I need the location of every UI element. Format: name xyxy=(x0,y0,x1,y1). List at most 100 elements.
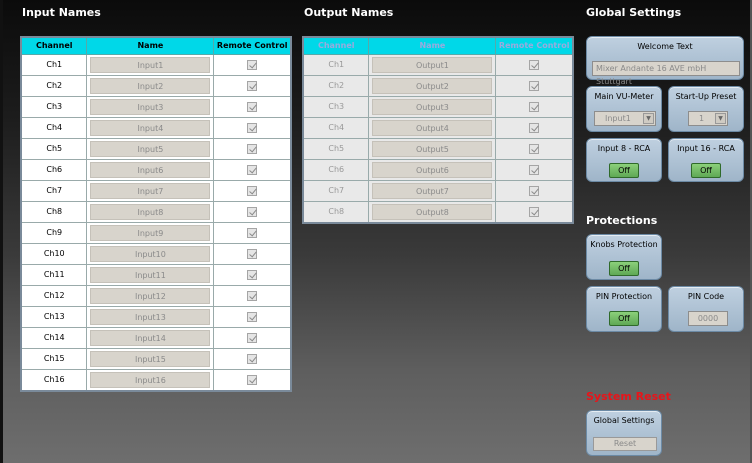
remote-control-cell xyxy=(213,116,292,139)
channel-cell: Ch7 xyxy=(302,179,370,202)
name-input[interactable]: Input13 xyxy=(90,308,211,325)
remote-control-checkbox[interactable] xyxy=(247,143,258,154)
remote-control-checkbox[interactable] xyxy=(529,143,540,154)
system-reset-title: System Reset xyxy=(586,390,671,403)
reset-button[interactable]: Reset xyxy=(593,437,657,451)
table-row: Ch3 Input3 xyxy=(20,95,292,118)
remote-control-cell xyxy=(213,368,292,391)
name-input[interactable]: Input12 xyxy=(90,287,211,304)
chevron-down-icon[interactable]: ▼ xyxy=(643,113,654,124)
name-input[interactable]: Output4 xyxy=(372,119,493,136)
remote-control-checkbox[interactable] xyxy=(247,185,258,196)
remote-control-checkbox[interactable] xyxy=(247,353,258,364)
remote-control-checkbox[interactable] xyxy=(529,122,540,133)
name-cell: Input6 xyxy=(86,158,215,181)
welcome-text-panel: Welcome Text Mixer Andante 16 AVE mbH St… xyxy=(586,36,744,86)
name-input[interactable]: Input1 xyxy=(90,56,211,73)
name-input[interactable]: Input14 xyxy=(90,329,211,346)
remote-control-cell xyxy=(495,53,574,76)
name-input[interactable]: Input16 xyxy=(90,371,211,388)
name-cell: Output8 xyxy=(368,200,497,223)
remote-control-cell xyxy=(213,284,292,307)
channel-cell: Ch4 xyxy=(302,116,370,139)
remote-control-checkbox[interactable] xyxy=(247,248,258,259)
name-input[interactable]: Input15 xyxy=(90,350,211,367)
remote-control-checkbox[interactable] xyxy=(529,185,540,196)
input8-rca-panel: Input 8 - RCA Off xyxy=(586,138,662,182)
input8-rca-toggle[interactable]: Off xyxy=(609,163,639,178)
input16-rca-label: Input 16 - RCA xyxy=(677,144,735,153)
name-cell: Output7 xyxy=(368,179,497,202)
input16-rca-toggle[interactable]: Off xyxy=(691,163,721,178)
name-cell: Input11 xyxy=(86,263,215,286)
name-input[interactable]: Input11 xyxy=(90,266,211,283)
name-input[interactable]: Input2 xyxy=(90,77,211,94)
main-vu-meter-select[interactable]: Input1 ▼ xyxy=(594,111,656,126)
startup-preset-select[interactable]: 1 ▼ xyxy=(688,111,728,126)
name-input[interactable]: Input6 xyxy=(90,161,211,178)
remote-control-checkbox[interactable] xyxy=(247,227,258,238)
name-cell: Output1 xyxy=(368,53,497,76)
name-cell: Input14 xyxy=(86,326,215,349)
channel-cell: Ch5 xyxy=(302,137,370,160)
main-vu-meter-value: Input1 xyxy=(605,114,631,123)
channel-cell: Ch9 xyxy=(20,221,88,244)
remote-control-checkbox[interactable] xyxy=(247,206,258,217)
pin-protection-label: PIN Protection xyxy=(595,292,653,301)
remote-control-checkbox[interactable] xyxy=(247,164,258,175)
channel-cell: Ch7 xyxy=(20,179,88,202)
remote-control-checkbox[interactable] xyxy=(529,164,540,175)
channel-cell: Ch12 xyxy=(20,284,88,307)
name-input[interactable]: Output5 xyxy=(372,140,493,157)
table-row: Ch3 Output3 xyxy=(302,95,574,118)
name-input[interactable]: Input8 xyxy=(90,203,211,220)
remote-control-checkbox[interactable] xyxy=(247,269,258,280)
pin-code-field[interactable]: 0000 xyxy=(688,311,728,326)
name-input[interactable]: Output1 xyxy=(372,56,493,73)
remote-control-checkbox[interactable] xyxy=(247,290,258,301)
name-cell: Input2 xyxy=(86,74,215,97)
name-input[interactable]: Output2 xyxy=(372,77,493,94)
remote-control-checkbox[interactable] xyxy=(247,332,258,343)
remote-control-checkbox[interactable] xyxy=(529,59,540,70)
name-cell: Input4 xyxy=(86,116,215,139)
channel-cell: Ch5 xyxy=(20,137,88,160)
remote-control-cell xyxy=(495,158,574,181)
chevron-down-icon[interactable]: ▼ xyxy=(715,113,726,124)
remote-control-checkbox[interactable] xyxy=(247,101,258,112)
remote-control-checkbox[interactable] xyxy=(529,206,540,217)
output-names-title: Output Names xyxy=(304,6,394,19)
pin-protection-toggle[interactable]: Off xyxy=(609,311,639,326)
remote-control-checkbox[interactable] xyxy=(247,311,258,322)
name-input[interactable]: Output6 xyxy=(372,161,493,178)
channel-cell: Ch4 xyxy=(20,116,88,139)
remote-control-cell xyxy=(213,158,292,181)
remote-control-checkbox[interactable] xyxy=(247,80,258,91)
knobs-protection-toggle[interactable]: Off xyxy=(609,261,639,276)
name-input[interactable]: Input3 xyxy=(90,98,211,115)
name-input[interactable]: Input5 xyxy=(90,140,211,157)
channel-cell: Ch16 xyxy=(20,368,88,391)
input16-rca-panel: Input 16 - RCA Off xyxy=(668,138,744,182)
name-cell: Output4 xyxy=(368,116,497,139)
remote-control-checkbox[interactable] xyxy=(247,122,258,133)
remote-control-checkbox[interactable] xyxy=(529,80,540,91)
remote-control-cell xyxy=(213,53,292,76)
name-input[interactable]: Input7 xyxy=(90,182,211,199)
name-input[interactable]: Output3 xyxy=(372,98,493,115)
remote-control-checkbox[interactable] xyxy=(247,59,258,70)
welcome-text-field[interactable]: Mixer Andante 16 AVE mbH Stuttgart xyxy=(592,61,740,86)
knobs-protection-panel: Knobs Protection Off xyxy=(586,234,662,280)
remote-control-checkbox[interactable] xyxy=(247,374,258,385)
remote-control-checkbox[interactable] xyxy=(529,101,540,112)
name-input[interactable]: Output8 xyxy=(372,203,493,220)
name-input[interactable]: Output7 xyxy=(372,182,493,199)
name-input[interactable]: Input9 xyxy=(90,224,211,241)
name-input[interactable]: Input4 xyxy=(90,119,211,136)
name-cell: Input16 xyxy=(86,368,215,391)
remote-control-cell xyxy=(213,305,292,328)
name-cell: Input15 xyxy=(86,347,215,370)
startup-preset-label: Start-Up Preset xyxy=(675,92,737,101)
remote-control-cell xyxy=(213,242,292,265)
name-input[interactable]: Input10 xyxy=(90,245,211,262)
